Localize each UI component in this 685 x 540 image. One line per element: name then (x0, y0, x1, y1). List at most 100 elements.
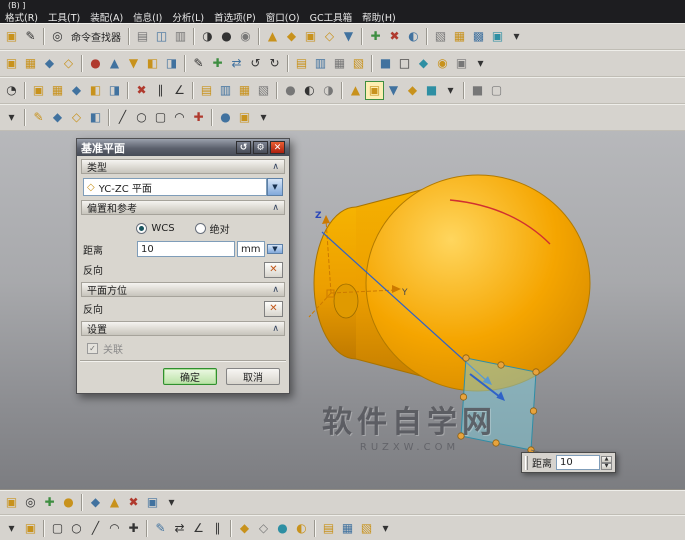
toolbar-icon[interactable]: ◐ (404, 27, 423, 46)
toolbar-icon[interactable]: ● (217, 27, 236, 46)
toolbar-icon[interactable]: ⇄ (170, 519, 189, 538)
toolbar-icon[interactable]: ▣ (452, 54, 471, 73)
toolbar-icon[interactable]: ◆ (414, 54, 433, 73)
toolbar-icon[interactable]: ▼ (384, 81, 403, 100)
toolbar-icon[interactable]: ◉ (236, 27, 255, 46)
toolbar-icon[interactable]: ■ (468, 81, 487, 100)
toolbar-icon[interactable]: ▧ (254, 81, 273, 100)
toolbar-icon[interactable]: ▣ (365, 81, 384, 100)
toolbar-icon[interactable]: ╱ (86, 519, 105, 538)
toolbar-icon[interactable]: ◇ (320, 27, 339, 46)
toolbar-icon[interactable]: ◐ (292, 519, 311, 538)
cancel-button[interactable]: 取消 (226, 368, 280, 385)
toolbar-icon[interactable]: ⇄ (227, 54, 246, 73)
toolbar-icon[interactable]: ▢ (151, 108, 170, 127)
toolbar-icon[interactable]: ○ (132, 108, 151, 127)
toolbar-icon[interactable]: ▥ (216, 81, 235, 100)
section-settings[interactable]: 设置 ∧ (81, 321, 285, 336)
toolbar-icon[interactable]: ◨ (105, 81, 124, 100)
dialog-settings-button[interactable]: ⚙ (253, 141, 268, 154)
toolbar-icon[interactable]: ◎ (21, 493, 40, 512)
toolbar-icon[interactable]: ● (281, 81, 300, 100)
toolbar-icon[interactable]: ▥ (311, 54, 330, 73)
toolbar-icon[interactable]: ◑ (198, 27, 217, 46)
toolbar-icon[interactable]: ∥ (151, 81, 170, 100)
toolbar-icon[interactable]: ◐ (300, 81, 319, 100)
toolbar-icon[interactable]: ◉ (433, 54, 452, 73)
radio-absolute[interactable]: 绝对 (195, 221, 230, 236)
toolbar-icon[interactable]: ◔ (2, 81, 21, 100)
toolbar-icon[interactable]: ▢ (487, 81, 506, 100)
toolbar-icon[interactable]: ◆ (235, 519, 254, 538)
toolbar-icon[interactable]: ◆ (86, 493, 105, 512)
dialog-close-button[interactable]: ✕ (270, 141, 285, 154)
menu-item[interactable]: 装配(A) (85, 10, 128, 24)
toolbar-icon[interactable]: ◇ (67, 108, 86, 127)
dialog-titlebar[interactable]: 基准平面 ↺ ⚙ ✕ (77, 139, 289, 156)
ok-button[interactable]: 确定 (163, 368, 217, 385)
toolbar-icon[interactable]: ∥ (208, 519, 227, 538)
toolbar-icon[interactable]: ▤ (292, 54, 311, 73)
toolbar-icon[interactable]: ▲ (263, 27, 282, 46)
toolbar-icon[interactable]: ○ (67, 519, 86, 538)
toolbar-icon[interactable]: ◠ (170, 108, 189, 127)
toolbar-icon[interactable]: ◆ (282, 27, 301, 46)
toolbar-icon[interactable]: ▤ (319, 519, 338, 538)
toolbar-icon[interactable]: ▾ (2, 519, 21, 538)
toolbar-icon[interactable]: ▣ (235, 108, 254, 127)
toolbar-icon[interactable]: ▣ (29, 81, 48, 100)
orientation-reverse-button[interactable]: ✕ (264, 301, 283, 317)
menu-item[interactable]: 帮助(H) (357, 10, 401, 24)
plane-type-combo[interactable]: ◇ YC-ZC 平面 (83, 178, 267, 196)
toolbar-icon[interactable]: ▦ (330, 54, 349, 73)
radio-wcs[interactable]: WCS (136, 221, 174, 236)
toolbar-icon[interactable]: ▢ (48, 519, 67, 538)
menu-item[interactable]: 信息(I) (128, 10, 167, 24)
toolbar-icon[interactable]: ▼ (124, 54, 143, 73)
toolbar-icon[interactable]: ▣ (2, 54, 21, 73)
chevron-up-icon[interactable]: ∧ (272, 324, 279, 334)
toolbar-icon[interactable]: ◫ (152, 27, 171, 46)
toolbar-icon[interactable]: ▥ (171, 27, 190, 46)
toolbar-icon[interactable]: ● (273, 519, 292, 538)
toolbar-icon[interactable]: ▾ (2, 108, 21, 127)
toolbar-icon[interactable]: ▣ (488, 27, 507, 46)
toolbar-icon[interactable]: ▾ (254, 108, 273, 127)
menu-item[interactable]: 工具(T) (43, 10, 85, 24)
toolbar-icon[interactable]: ✎ (151, 519, 170, 538)
toolbar-icon[interactable]: ◧ (86, 81, 105, 100)
toolbar-icon[interactable]: ✖ (124, 493, 143, 512)
toolbar-icon[interactable]: ▧ (349, 54, 368, 73)
toolbar-icon[interactable]: ◎ (48, 27, 67, 46)
toolbar-icon[interactable]: ▲ (105, 493, 124, 512)
menu-item[interactable]: 首选项(P) (209, 10, 261, 24)
toolbar-icon[interactable]: ▾ (441, 81, 460, 100)
toolbar-icon[interactable]: ▧ (431, 27, 450, 46)
toolbar-icon[interactable]: ▲ (105, 54, 124, 73)
chevron-up-icon[interactable]: ∧ (272, 285, 279, 295)
menu-item[interactable]: GC工具箱 (305, 10, 358, 24)
toolbar-icon[interactable]: ▾ (471, 54, 490, 73)
unit-combo[interactable]: mm (237, 241, 265, 257)
toolbar-icon[interactable]: ∠ (170, 81, 189, 100)
reverse-direction-button[interactable]: ✕ (264, 262, 283, 278)
menu-item[interactable]: 窗口(O) (261, 10, 305, 24)
toolbar-icon[interactable]: ● (216, 108, 235, 127)
plane-type-dropdown-arrow[interactable]: ▼ (267, 178, 283, 196)
toolbar-icon[interactable]: ✚ (189, 108, 208, 127)
toolbar-icon[interactable]: ■ (376, 54, 395, 73)
popup-grip[interactable] (525, 456, 528, 470)
toolbar-icon[interactable]: ◧ (143, 54, 162, 73)
toolbar-icon[interactable]: ▣ (2, 27, 21, 46)
graphics-viewport[interactable]: Z Y (0, 131, 685, 489)
toolbar-icon[interactable]: ✖ (132, 81, 151, 100)
spin-up-icon[interactable]: ▲ (601, 456, 612, 463)
menu-item[interactable]: 格式(R) (0, 10, 43, 24)
toolbar-icon[interactable]: ● (86, 54, 105, 73)
toolbar-icon[interactable]: □ (395, 54, 414, 73)
toolbar-icon[interactable]: ▾ (162, 493, 181, 512)
toolbar-icon[interactable]: ▣ (143, 493, 162, 512)
cylinder-solid[interactable] (314, 175, 590, 391)
toolbar-icon[interactable]: ✚ (124, 519, 143, 538)
toolbar-icon[interactable]: ◆ (67, 81, 86, 100)
